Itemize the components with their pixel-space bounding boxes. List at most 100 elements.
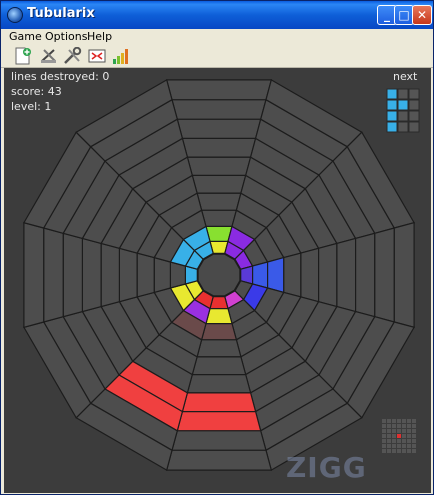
- minimap-cell: [407, 444, 411, 448]
- minimap-cell: [412, 429, 416, 433]
- board-cell: [176, 118, 262, 140]
- title-bar[interactable]: Tubularix _ □ ✕: [1, 1, 433, 29]
- minimap-cell: [412, 439, 416, 443]
- minimap-cell: [382, 434, 386, 438]
- minimap-cell: [397, 424, 401, 428]
- minimap-cell: [382, 444, 386, 448]
- board-cell: [191, 174, 247, 194]
- board-cell: [62, 232, 84, 318]
- board-cell: [196, 192, 242, 211]
- minimap-cell: [392, 439, 396, 443]
- next-piece-cell: [408, 121, 420, 133]
- board-cell: [43, 227, 64, 323]
- board-cell: [181, 392, 257, 413]
- next-piece-preview: [386, 88, 420, 133]
- board-cell: [374, 227, 395, 323]
- board-cell: [200, 209, 238, 227]
- pause-icon[interactable]: [39, 47, 59, 65]
- board-cell: [200, 323, 238, 341]
- next-piece-cell: [408, 99, 420, 111]
- level-counter: level: 1: [11, 100, 52, 113]
- position-minimap: [382, 419, 416, 453]
- minimap-cell: [402, 439, 406, 443]
- minimap-cell: [407, 419, 411, 423]
- next-piece-cell: [397, 121, 409, 133]
- next-piece-cell: [386, 88, 398, 100]
- toolbar: [1, 45, 433, 68]
- menu-options[interactable]: Options: [45, 30, 87, 43]
- minimap-cell: [412, 419, 416, 423]
- new-game-icon[interactable]: [13, 47, 33, 65]
- difficulty-icon[interactable]: [111, 47, 131, 65]
- board-cell: [118, 247, 138, 303]
- minimap-cell: [387, 449, 391, 453]
- close-button[interactable]: ✕: [412, 5, 432, 25]
- minimap-cell: [382, 424, 386, 428]
- minimap-cell: [412, 449, 416, 453]
- minimap-cell: [387, 434, 391, 438]
- maximize-button[interactable]: □: [394, 5, 414, 25]
- board-cell: [336, 237, 357, 313]
- minimap-cell: [407, 429, 411, 433]
- minimap-cell: [407, 439, 411, 443]
- board-cell: [181, 137, 257, 158]
- minimap-cell: [382, 419, 386, 423]
- score-counter: score: 43: [11, 85, 62, 98]
- board-cell: [186, 374, 252, 394]
- high-scores-icon[interactable]: [87, 47, 107, 65]
- minimap-cell: [402, 429, 406, 433]
- minimap-cell: [387, 419, 391, 423]
- menu-game[interactable]: Game: [9, 30, 42, 43]
- next-label: next: [393, 70, 418, 83]
- app-icon: [7, 7, 23, 23]
- board-cell: [81, 237, 102, 313]
- board-cell: [23, 221, 45, 329]
- board-cell: [171, 430, 267, 451]
- minimap-cell: [402, 419, 406, 423]
- minimap-cell: [387, 439, 391, 443]
- settings-icon[interactable]: [63, 47, 83, 65]
- board-cell: [267, 256, 285, 294]
- board-cell: [283, 252, 302, 298]
- board-cell: [153, 256, 171, 294]
- next-piece-cell: [386, 121, 398, 133]
- board-cell: [171, 99, 267, 120]
- minimap-cell: [412, 424, 416, 428]
- menu-help[interactable]: Help: [87, 30, 112, 43]
- minimap-cell: [382, 439, 386, 443]
- minimap-cell: [392, 444, 396, 448]
- board-cell: [191, 356, 247, 376]
- minimap-cell: [402, 424, 406, 428]
- board-cell: [318, 242, 338, 308]
- board-cell: [136, 252, 155, 298]
- window-title: Tubularix: [27, 6, 95, 21]
- game-area[interactable]: lines destroyed: 0 score: 43 level: 1 ne…: [4, 68, 431, 493]
- minimap-cell: [412, 444, 416, 448]
- board-cell: [393, 221, 415, 329]
- next-piece-cell: [386, 110, 398, 122]
- next-piece-cell: [408, 110, 420, 122]
- minimap-cell: [392, 429, 396, 433]
- board-cell: [300, 247, 320, 303]
- minimap-cell: [397, 444, 401, 448]
- board-cell: [165, 449, 273, 471]
- board-cell: [186, 156, 252, 177]
- minimap-cell: [387, 424, 391, 428]
- next-piece-cell: [386, 99, 398, 111]
- next-piece-cell: [397, 88, 409, 100]
- board-cell: [165, 79, 273, 101]
- minimap-cell: [397, 434, 401, 438]
- board-cell: [196, 339, 242, 358]
- minimap-cell: [392, 419, 396, 423]
- app-window: Tubularix _ □ ✕ Game Options Help lines …: [0, 0, 434, 495]
- next-piece-cell: [397, 110, 409, 122]
- minimap-cell: [397, 439, 401, 443]
- board-cell: [100, 242, 121, 308]
- minimap-cell: [397, 449, 401, 453]
- board-cell: [176, 411, 262, 432]
- minimap-cell: [392, 449, 396, 453]
- menu-bar: Game Options Help: [1, 29, 433, 45]
- tube-board[interactable]: [4, 68, 431, 493]
- minimap-cell: [407, 449, 411, 453]
- board-cell: [355, 232, 376, 318]
